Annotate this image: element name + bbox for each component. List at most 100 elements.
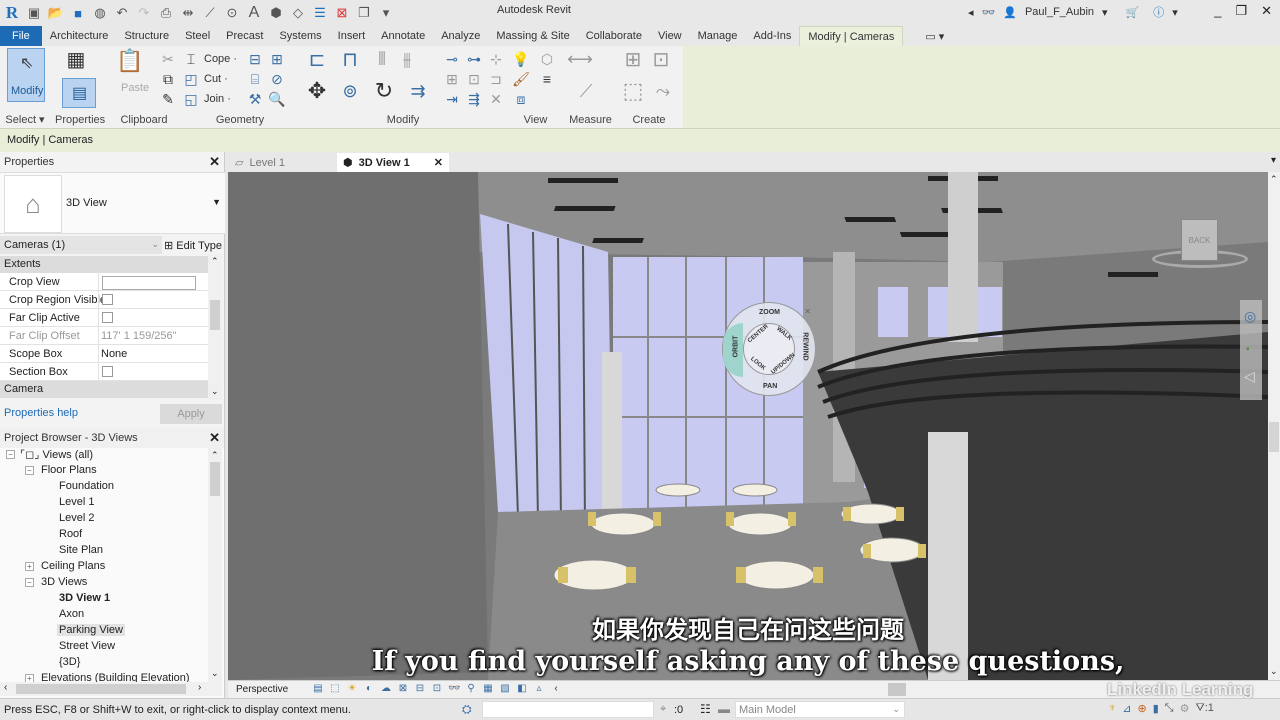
scale-icon[interactable]: ⊡	[465, 70, 483, 88]
close-hidden-icon[interactable]: ⊠	[334, 5, 350, 21]
background-process-icon[interactable]: ⚙	[1180, 702, 1190, 715]
hide-icon[interactable]: ⬡	[538, 50, 556, 68]
tree-node-level-1[interactable]: Level 1	[59, 496, 94, 508]
tree-node-axon[interactable]: Axon	[59, 608, 84, 620]
redo-icon[interactable]: ↷	[136, 5, 152, 21]
tree-node-street-view[interactable]: Street View	[59, 640, 115, 652]
pick-icon[interactable]: 🔍	[268, 90, 286, 108]
home-icon[interactable]: ▣	[26, 5, 42, 21]
tab-structure[interactable]: Structure	[116, 26, 177, 46]
cut-label[interactable]: Cut ·	[204, 73, 228, 85]
properties-scrollbar[interactable]: ⌃ ⌄	[208, 254, 222, 400]
wheel-rewind-button[interactable]: REWIND	[802, 332, 809, 360]
full-navigation-wheel-icon[interactable]: ◎	[1244, 308, 1256, 325]
scroll-up-icon[interactable]: ⌃	[1270, 174, 1278, 185]
visual-style-icon[interactable]: ⬚	[329, 683, 341, 695]
expand-icon[interactable]: +	[25, 562, 34, 571]
scroll-left-icon[interactable]: ‹	[4, 682, 7, 693]
collapse-bar-icon[interactable]: ‹	[550, 683, 562, 695]
select-links-icon[interactable]: ♆	[1108, 702, 1116, 715]
active-model-select[interactable]: Main Model ⌄	[735, 701, 905, 718]
demolish-icon[interactable]: ⌸	[246, 70, 264, 88]
tab-file[interactable]: File	[0, 26, 42, 46]
hscroll-thumb[interactable]	[888, 683, 906, 696]
cut-geometry-icon[interactable]: ◰	[182, 70, 200, 88]
crop-view-checkbox[interactable]	[102, 276, 196, 290]
steering-wheel[interactable]: ZOOM ORBIT PAN REWIND CENTER WALK LOOK U…	[722, 302, 816, 396]
properties-button[interactable]: ▤	[62, 78, 96, 108]
tag-icon[interactable]: ⊙	[224, 5, 240, 21]
create-assembly-icon[interactable]: ⊡	[652, 49, 670, 71]
close-properties-icon[interactable]: ✕	[209, 154, 220, 170]
properties-help-link[interactable]: Properties help	[4, 407, 78, 419]
scroll-down-icon[interactable]: ⌄	[211, 386, 219, 397]
dimension-icon[interactable]: ⟋	[202, 5, 218, 21]
workset-field[interactable]	[482, 701, 654, 718]
switch-windows-icon[interactable]: ❐	[356, 5, 372, 21]
tab-architecture[interactable]: Architecture	[42, 26, 117, 46]
thin-lines-icon[interactable]: ☰	[312, 5, 328, 21]
tab-massing-site[interactable]: Massing & Site	[488, 26, 577, 46]
3d-viewport[interactable]	[228, 172, 1268, 680]
crop-view-icon[interactable]: ⊠	[397, 683, 409, 695]
close-icon[interactable]: ✕	[1261, 3, 1272, 19]
view-tab-level-1[interactable]: ▱ Level 1	[229, 153, 291, 172]
type-selector[interactable]: ⌂ 3D View ▼	[0, 172, 225, 234]
crop-region-visible-checkbox[interactable]	[102, 294, 113, 305]
worksets-icon[interactable]: ⛭	[462, 702, 472, 717]
open-icon[interactable]: 📂	[48, 5, 64, 21]
print-icon[interactable]: ⎙	[158, 5, 174, 21]
cut-clipboard-icon[interactable]: ✂	[159, 50, 177, 68]
project-browser-hscroll[interactable]: ‹ ›	[0, 682, 222, 696]
group-extents[interactable]: Extents	[0, 256, 208, 273]
tab-view[interactable]: View	[650, 26, 690, 46]
cart-icon[interactable]: 🛒	[1126, 6, 1140, 19]
filter-icon[interactable]: ⛛:1	[1195, 702, 1213, 715]
panel-label-select[interactable]: Select ▾	[0, 113, 50, 126]
mirror-draw-icon[interactable]: ⫵	[398, 49, 416, 69]
tree-node-parking-view[interactable]: Parking View	[57, 624, 125, 636]
wheel-pan-button[interactable]: PAN	[763, 383, 777, 390]
wall-joins-icon[interactable]: ⊟	[246, 50, 264, 68]
tree-node-3d-view-1[interactable]: 3D View 1	[59, 592, 110, 604]
constraints-icon[interactable]: ▵	[533, 683, 545, 695]
binoculars-icon[interactable]: 👓	[982, 6, 996, 19]
render-icon[interactable]: ☁	[380, 683, 392, 695]
tree-node-3d-default[interactable]: {3D}	[59, 656, 80, 668]
align-icon[interactable]: ⊏	[308, 49, 326, 71]
wheel-zoom-button[interactable]: ZOOM	[759, 309, 780, 316]
tab-menu-icon[interactable]: ▾	[1271, 155, 1276, 166]
ribbon-display-toggle[interactable]: ▭ ▾	[917, 26, 952, 46]
shadows-icon[interactable]: ◐	[363, 683, 375, 695]
far-clip-active-checkbox[interactable]	[102, 312, 113, 323]
split-face-icon[interactable]: ⊞	[268, 50, 286, 68]
copy-element-icon[interactable]: ⊚	[341, 81, 359, 101]
scroll-down-icon[interactable]: ⌄	[1270, 666, 1278, 677]
tab-precast[interactable]: Precast	[218, 26, 271, 46]
type-properties-icon[interactable]: ▦	[67, 49, 86, 71]
delete-icon[interactable]: ✕	[487, 90, 505, 108]
pan-icon[interactable]: ◁	[1244, 368, 1255, 385]
tree-node-level-2[interactable]: Level 2	[59, 512, 94, 524]
expand-arrow-icon[interactable]: ◂	[968, 6, 974, 19]
trim-extend-icon[interactable]: ⇉	[409, 81, 427, 101]
tree-node-ceiling-plans[interactable]: Ceiling Plans	[41, 560, 105, 572]
user-dropdown-icon[interactable]: ▾	[1102, 6, 1108, 19]
create-group-icon[interactable]: ⊞	[624, 49, 642, 71]
tree-node-3d-views[interactable]: 3D Views	[41, 576, 87, 588]
measure-along-icon[interactable]: ⟋	[577, 81, 595, 101]
section-icon[interactable]: ◇	[290, 5, 306, 21]
scroll-right-icon[interactable]: ›	[198, 682, 201, 693]
move-icon[interactable]: ✥	[308, 78, 326, 103]
editable-only-icon[interactable]: ▬	[718, 702, 730, 716]
modify-button[interactable]: ⇖ Modify	[7, 48, 45, 102]
text-icon[interactable]: A	[246, 4, 262, 21]
measure-icon[interactable]: ⇹	[180, 5, 196, 21]
collapse-icon[interactable]: −	[25, 466, 34, 475]
join-label[interactable]: Join ·	[204, 93, 231, 105]
3d-view-icon[interactable]: ⬢	[268, 5, 284, 21]
tab-manage[interactable]: Manage	[690, 26, 746, 46]
join-icon[interactable]: ◱	[182, 90, 200, 108]
select-underlay-icon[interactable]: ⊿	[1122, 702, 1131, 715]
tab-modify-cameras[interactable]: Modify | Cameras	[799, 26, 904, 46]
